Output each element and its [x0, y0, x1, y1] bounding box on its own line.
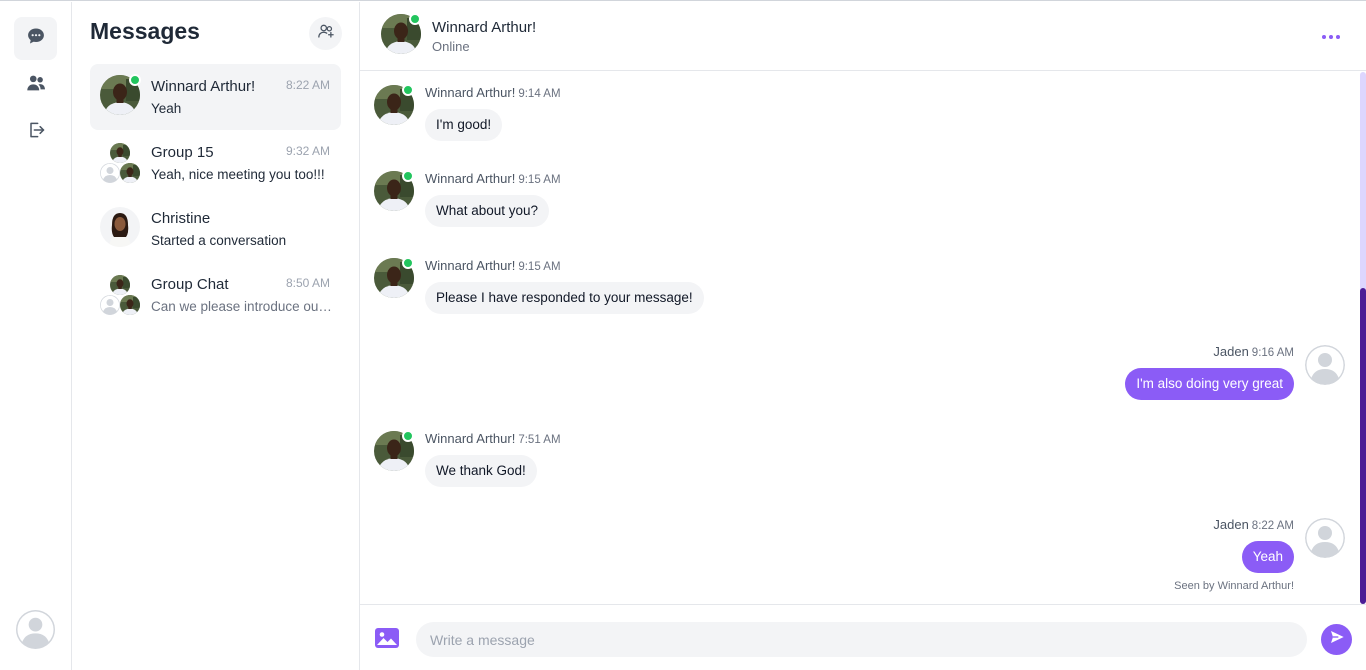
- online-indicator: [402, 170, 414, 182]
- nav-messages-button[interactable]: [14, 17, 57, 60]
- sender-name: Winnard Arthur!: [425, 171, 516, 186]
- message-bubble: We thank God!: [425, 455, 537, 487]
- message-composer: [360, 604, 1366, 670]
- sender-name: Jaden: [1213, 517, 1249, 532]
- conversation-preview: Started a conversation: [151, 233, 287, 248]
- logout-icon: [26, 120, 46, 145]
- add-friend-button[interactable]: [309, 17, 342, 50]
- message-bubble: Yeah: [1241, 541, 1294, 573]
- nav-logout-button[interactable]: [14, 111, 57, 154]
- conversation-preview: Can we please introduce ourselves: [151, 299, 333, 314]
- message-bubble: What about you?: [425, 195, 550, 227]
- message-bubble: I'm good!: [425, 109, 503, 141]
- online-indicator: [402, 430, 414, 442]
- chat-panel: Winnard Arthur! Online Winnard Arthur! 9:…: [360, 2, 1366, 670]
- sender-name: Winnard Arthur!: [425, 258, 516, 273]
- scrollbar-thumb[interactable]: [1360, 288, 1366, 604]
- outgoing-message: Jaden 9:16 AM I'm also doing very great: [845, 344, 1345, 404]
- attach-image-button[interactable]: [374, 627, 400, 649]
- group-avatar-member: [110, 143, 130, 163]
- online-indicator: [409, 13, 421, 25]
- conversation-item[interactable]: Winnard Arthur! 8:22 AM Yeah: [90, 64, 341, 130]
- users-icon: [25, 72, 47, 99]
- chat-header: Winnard Arthur! Online: [360, 2, 1366, 71]
- send-icon: [1329, 629, 1345, 650]
- group-avatar-member: [120, 295, 140, 315]
- ellipsis-icon: [1321, 27, 1341, 45]
- message-time: 7:51 AM: [518, 434, 561, 446]
- conversation-preview: Yeah: [151, 101, 182, 116]
- chat-bubble-icon: [26, 26, 46, 51]
- message-time: 9:15 AM: [518, 261, 561, 273]
- messenger-app: Messages Winnard Arthur! 8:22 AM Yeah Gr…: [0, 0, 1366, 670]
- message-thread: Winnard Arthur! 9:14 AM I'm good! Winnard…: [360, 71, 1366, 604]
- sender-name: Winnard Arthur!: [425, 85, 516, 100]
- group-avatar-member: [100, 163, 120, 183]
- conversation-name: Christine: [151, 210, 211, 227]
- group-avatar-member: [120, 163, 140, 183]
- message-scrollbar[interactable]: [1360, 72, 1366, 604]
- chat-contact-status: Online: [432, 39, 470, 54]
- send-button[interactable]: [1321, 624, 1352, 655]
- more-options-button[interactable]: [1318, 24, 1344, 48]
- sender-name: Jaden: [1213, 344, 1249, 359]
- online-indicator: [402, 257, 414, 269]
- contact-avatar: [100, 207, 140, 247]
- image-icon: [374, 628, 400, 653]
- message-input[interactable]: [416, 622, 1307, 657]
- conversation-preview: Yeah, nice meeting you too!!!: [151, 167, 325, 182]
- message-bubble: Please I have responded to your message!: [425, 282, 704, 314]
- conversation-item[interactable]: Christine Started a conversation: [90, 196, 341, 262]
- nav-rail: [0, 2, 72, 670]
- conversation-item[interactable]: Group Chat 8:50 AM Can we please introdu…: [90, 262, 341, 328]
- group-avatar-member: [100, 295, 120, 315]
- sender-avatar: [1305, 345, 1345, 385]
- conversation-name: Group Chat: [151, 276, 229, 293]
- online-indicator: [402, 84, 414, 96]
- conversation-item[interactable]: Group 15 9:32 AM Yeah, nice meeting you …: [90, 130, 341, 196]
- message-time: 8:22 AM: [1251, 520, 1294, 532]
- conversation-list-panel: Messages Winnard Arthur! 8:22 AM Yeah Gr…: [72, 2, 360, 670]
- conversation-name: Winnard Arthur!: [151, 78, 256, 95]
- online-indicator: [129, 74, 141, 86]
- sender-avatar: [1305, 518, 1345, 558]
- user-plus-icon: [317, 22, 335, 45]
- message-bubble: I'm also doing very great: [1125, 368, 1294, 400]
- nav-contacts-button[interactable]: [14, 64, 57, 107]
- outgoing-message: Jaden 8:22 AM Yeah: [845, 517, 1345, 577]
- page-title: Messages: [90, 18, 200, 44]
- current-user-avatar[interactable]: [16, 610, 55, 649]
- group-avatar-member: [110, 275, 130, 295]
- message-time: 9:15 AM: [518, 174, 561, 186]
- chat-contact-name: Winnard Arthur!: [432, 19, 537, 36]
- conversation-name: Group 15: [151, 144, 214, 161]
- seen-receipt: Seen by Winnard Arthur!: [1174, 580, 1294, 592]
- conversation-time: 9:32 AM: [285, 144, 330, 158]
- message-time: 9:14 AM: [518, 88, 561, 100]
- conversation-time: 8:22 AM: [285, 78, 330, 92]
- sender-name: Winnard Arthur!: [425, 431, 516, 446]
- message-time: 9:16 AM: [1251, 347, 1294, 359]
- conversation-time: 8:50 AM: [285, 276, 330, 290]
